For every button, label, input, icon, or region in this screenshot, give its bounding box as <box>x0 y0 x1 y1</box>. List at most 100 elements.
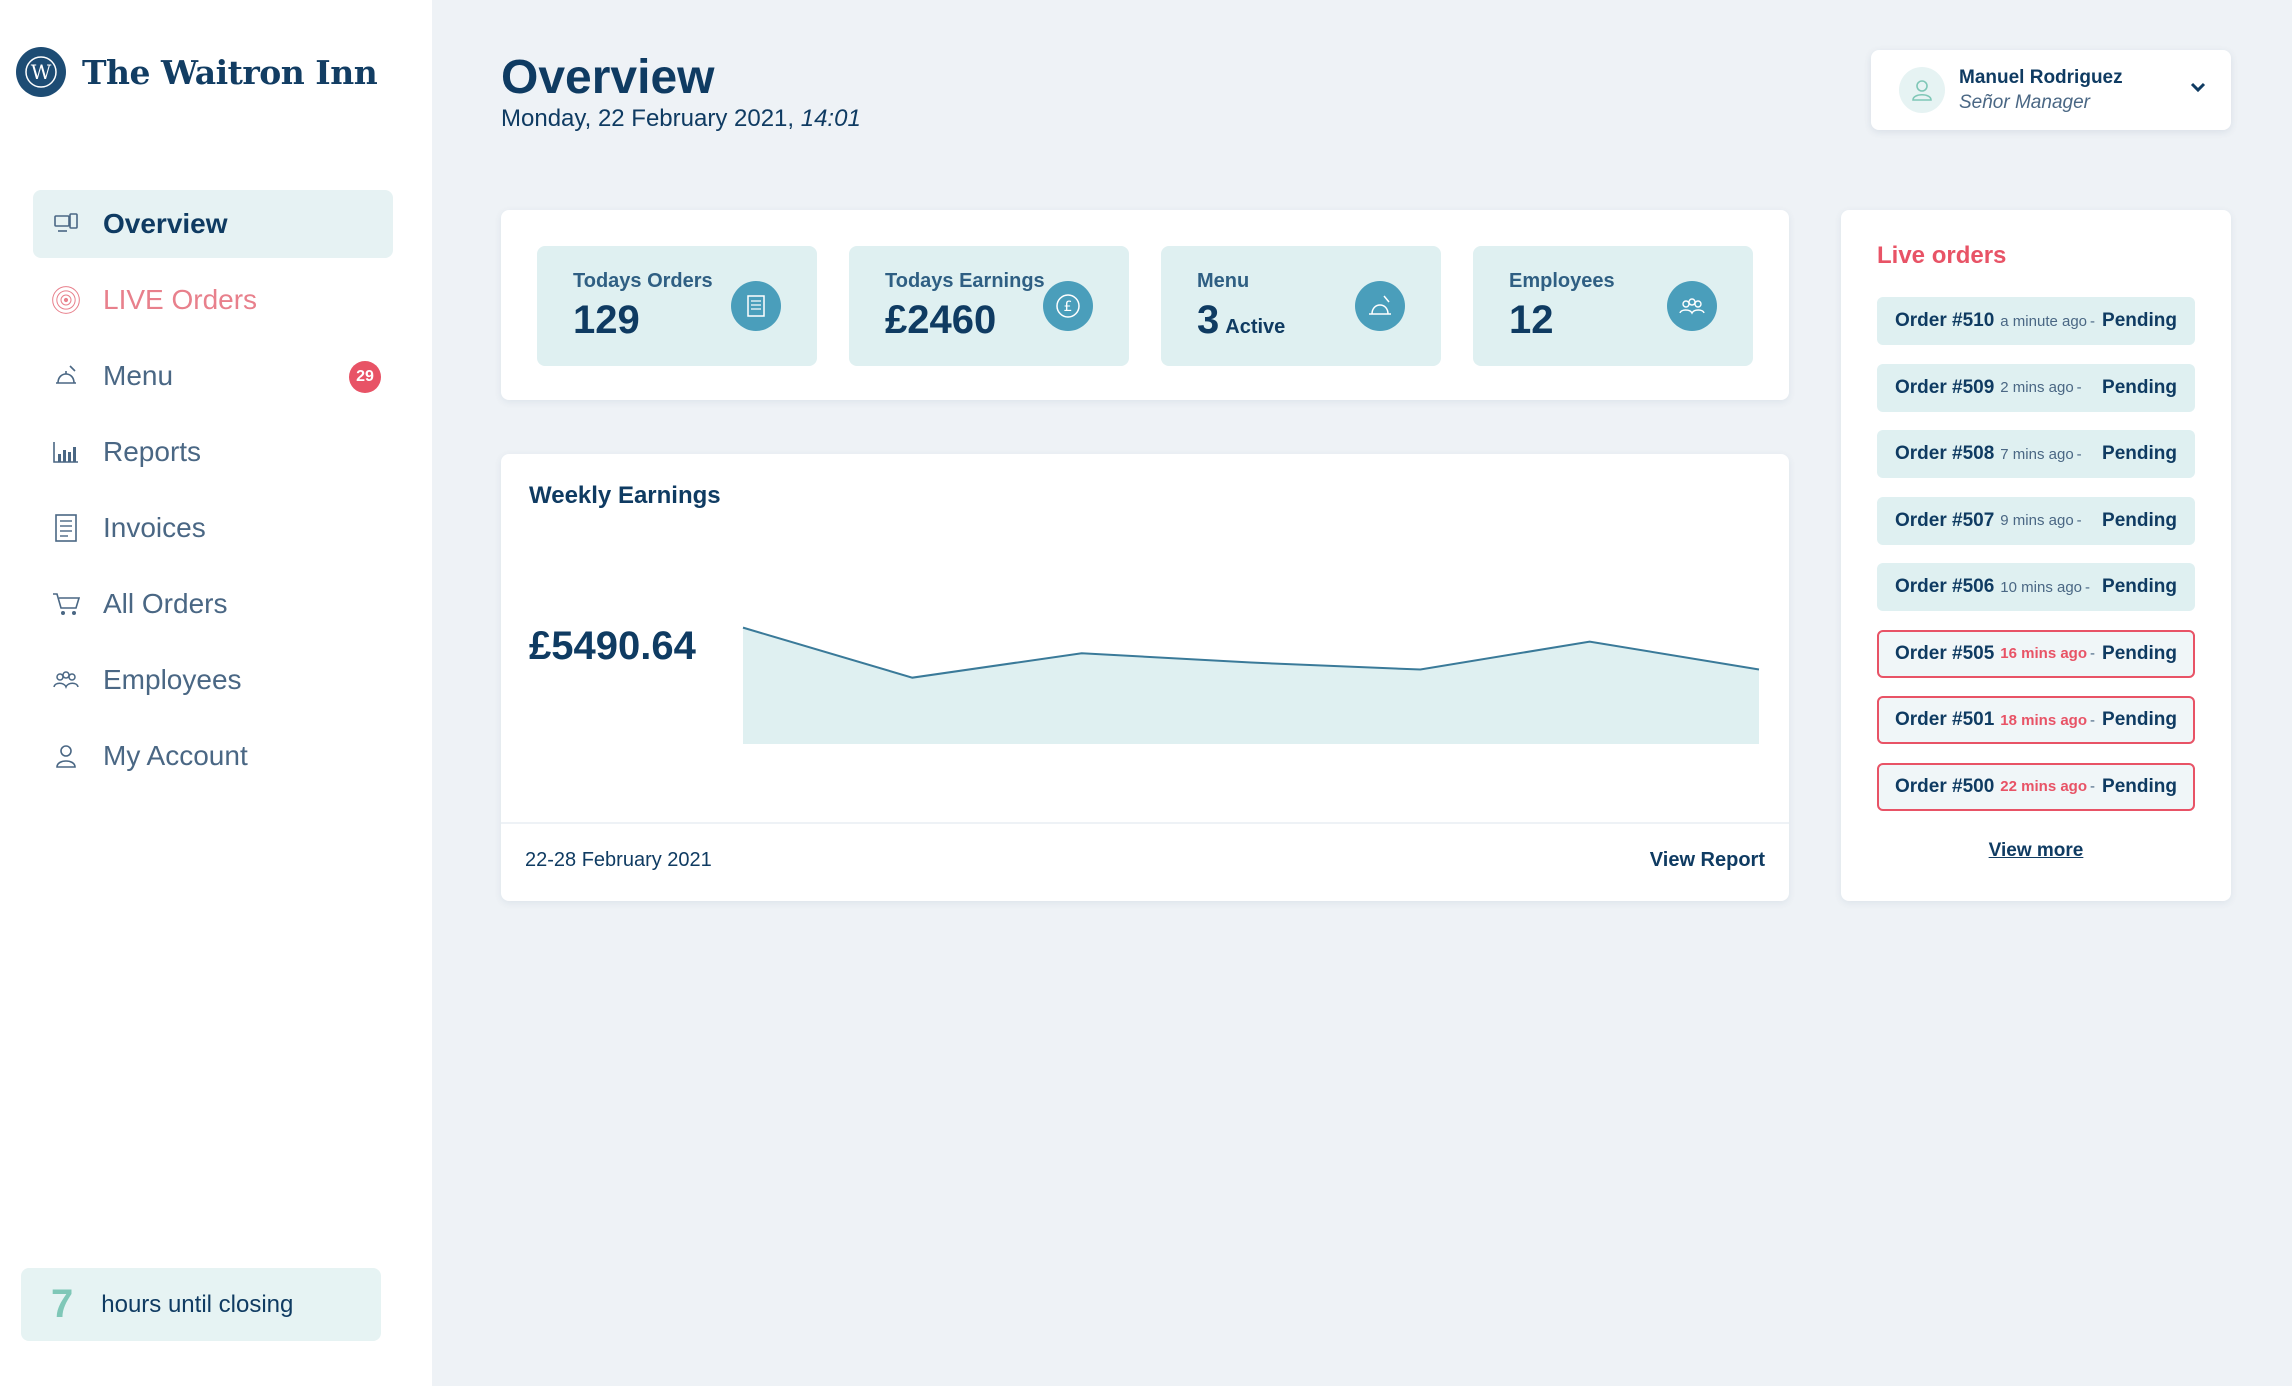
earnings-total: £5490.64 <box>529 624 696 668</box>
order-status: Pending <box>2102 376 2177 398</box>
stat-value: 12 <box>1509 298 1554 342</box>
live-order-item[interactable]: Order #510 a minute ago - Pending <box>1877 297 2195 345</box>
live-order-item[interactable]: Order #501 18 mins ago - Pending <box>1877 696 2195 744</box>
people-icon <box>1667 281 1717 331</box>
order-status: Pending <box>2102 775 2177 797</box>
order-time: 22 mins ago <box>2000 778 2087 795</box>
earnings-title: Weekly Earnings <box>529 482 721 509</box>
user-role: Señor Manager <box>1959 91 2090 113</box>
order-status: Pending <box>2102 509 2177 531</box>
order-id: Order #506 <box>1895 576 1995 597</box>
order-id: Order #505 <box>1895 642 1995 664</box>
reports-icon <box>51 437 81 467</box>
svg-text:W: W <box>31 60 52 84</box>
live-orders-title: Live orders <box>1877 242 2007 269</box>
live-order-item[interactable]: Order #506 10 mins ago - Pending <box>1877 563 2195 611</box>
closing-text: hours until closing <box>101 1290 294 1318</box>
view-more-link[interactable]: View more <box>1841 840 2231 862</box>
order-status: Pending <box>2102 576 2177 597</box>
stat-value: £2460 <box>885 298 997 342</box>
avatar <box>1899 67 1945 113</box>
live-order-item[interactable]: Order #509 2 mins ago - Pending <box>1877 363 2195 412</box>
order-separator: - <box>2076 445 2082 463</box>
order-time: 18 mins ago <box>2000 711 2087 729</box>
sidebar-item-label: Menu <box>103 360 174 391</box>
order-time: a minute ago <box>2000 312 2088 330</box>
stat-value: 3 Active <box>1197 298 1286 342</box>
sidebar-item-label: LIVE Orders <box>103 284 258 315</box>
order-separator: - <box>2090 711 2095 729</box>
live-order-item[interactable]: Order #507 9 mins ago - Pending <box>1877 496 2195 545</box>
employees-icon <box>51 665 81 695</box>
live-order-item[interactable]: Order #500 22 mins ago - Pending <box>1877 762 2195 811</box>
order-separator: - <box>2076 379 2082 396</box>
sidebar-item-reports[interactable]: Reports <box>33 418 393 486</box>
weekly-earnings-panel: Weekly Earnings £5490.64 22-28 February … <box>501 454 1789 901</box>
sidebar-item-label: All Orders <box>103 588 228 619</box>
view-report-link[interactable]: View Report <box>1650 849 1765 872</box>
user-name: Manuel Rodriguez <box>1959 66 2123 88</box>
order-status: Pending <box>2102 642 2177 664</box>
svg-text:£: £ <box>1064 299 1073 315</box>
divider <box>501 822 1789 824</box>
order-separator: - <box>2090 645 2095 662</box>
brand[interactable]: W The Waitron Inn <box>16 47 378 97</box>
live-orders-icon <box>51 285 81 315</box>
order-id: Order #501 <box>1895 709 1995 730</box>
stats-panel: Todays Orders 129 Todays Earnings £2460 … <box>501 210 1789 400</box>
user-info: Manuel Rodriguez Señor Manager <box>1959 67 2123 114</box>
live-order-item[interactable]: Order #508 7 mins ago - Pending <box>1877 430 2195 478</box>
menu-icon <box>51 361 81 391</box>
live-order-item[interactable]: Order #505 16 mins ago - Pending <box>1877 629 2195 678</box>
order-separator: - <box>2090 778 2095 795</box>
sidebar-item-live-orders[interactable]: LIVE Orders <box>33 266 393 334</box>
w-logo-icon: W <box>25 56 57 88</box>
order-id: Order #508 <box>1895 443 1995 464</box>
sidebar-item-employees[interactable]: Employees <box>33 646 393 714</box>
stat-employees[interactable]: Employees 12 <box>1473 246 1753 366</box>
sidebar-item-label: Invoices <box>103 512 206 543</box>
sidebar-item-label: Overview <box>103 208 228 239</box>
sidebar-item-label: My Account <box>103 740 248 771</box>
order-separator: - <box>2076 512 2082 529</box>
dish-icon <box>1355 281 1405 331</box>
order-time: 2 mins ago <box>2000 379 2074 396</box>
order-status: Pending <box>2102 709 2177 730</box>
order-status: Pending <box>2102 443 2177 464</box>
sidebar-item-menu[interactable]: Menu 29 <box>33 342 393 410</box>
order-status: Pending <box>2102 310 2177 331</box>
order-time: 10 mins ago <box>2000 578 2083 596</box>
cart-icon <box>51 589 81 619</box>
order-id: Order #500 <box>1895 775 1995 797</box>
order-id: Order #509 <box>1895 376 1995 398</box>
sidebar-item-my-account[interactable]: My Account <box>33 722 393 790</box>
sidebar-item-all-orders[interactable]: All Orders <box>33 570 393 638</box>
date-text: Monday, 22 February 2021, <box>501 105 795 132</box>
chevron-down-icon[interactable] <box>2189 80 2207 99</box>
stat-label: Todays Earnings <box>885 270 1045 292</box>
pound-icon: £ <box>1043 281 1093 331</box>
sidebar-item-label: Reports <box>103 436 202 467</box>
stat-label: Employees <box>1509 270 1615 292</box>
time-text: 14:01 <box>800 105 861 132</box>
earnings-date-range: 22-28 February 2021 <box>525 849 712 871</box>
closing-hours: 7 <box>51 1282 74 1326</box>
overview-icon <box>51 209 81 239</box>
user-menu[interactable]: Manuel Rodriguez Señor Manager <box>1871 50 2231 130</box>
stat-todays-orders[interactable]: Todays Orders 129 <box>537 246 817 366</box>
stat-menu[interactable]: Menu 3 Active <box>1161 246 1441 366</box>
receipt-icon <box>731 281 781 331</box>
sidebar-item-label: Employees <box>103 664 242 695</box>
earnings-area-chart <box>742 626 1760 744</box>
sidebar-item-overview[interactable]: Overview <box>33 190 393 258</box>
sidebar-item-invoices[interactable]: Invoices <box>33 494 393 562</box>
sidebar: W The Waitron Inn Overview LIVE Orders M… <box>0 0 432 1386</box>
stat-suffix: Active <box>1225 316 1286 338</box>
stat-label: Todays Orders <box>573 270 713 292</box>
order-separator: - <box>2085 578 2091 596</box>
live-orders-panel: Live orders Order #510 a minute ago - Pendi… <box>1841 210 2231 901</box>
brand-name: The Waitron Inn <box>82 52 378 92</box>
stat-todays-earnings[interactable]: Todays Earnings £2460 £ <box>849 246 1129 366</box>
order-id: Order #510 <box>1895 310 1995 331</box>
page-date: Monday, 22 February 2021, 14:01 <box>501 105 861 133</box>
